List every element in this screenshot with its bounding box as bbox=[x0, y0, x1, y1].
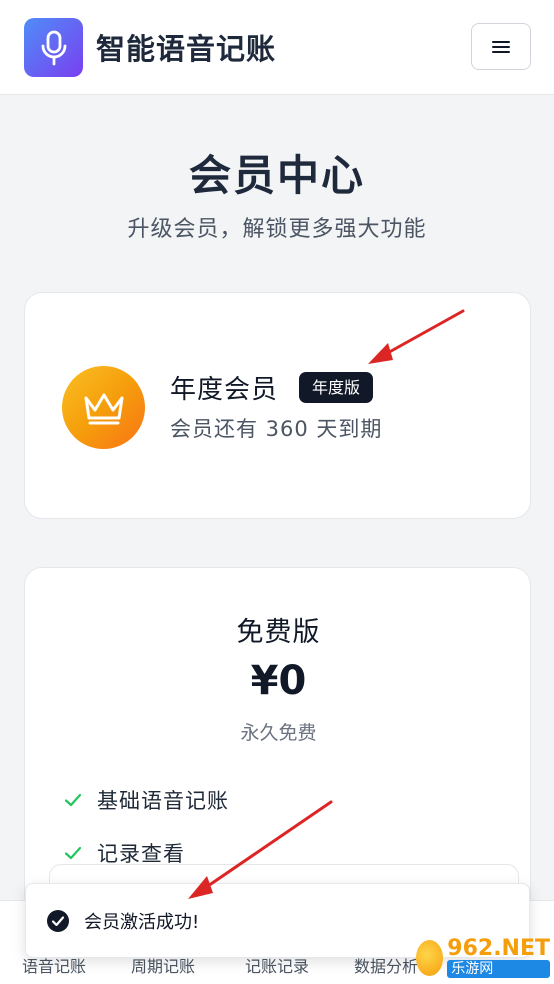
plan-name: 免费版 bbox=[236, 617, 321, 648]
check-icon bbox=[64, 793, 82, 807]
watermark-sub: 乐游网 bbox=[447, 960, 550, 978]
menu-button[interactable] bbox=[471, 23, 531, 70]
hamburger-menu-icon bbox=[492, 40, 510, 53]
crown-icon bbox=[84, 393, 123, 424]
membership-name: 年度会员 bbox=[170, 375, 279, 405]
app-logo bbox=[24, 18, 83, 77]
watermark-logo-icon bbox=[416, 940, 444, 976]
page-title: 会员中心 bbox=[188, 151, 365, 200]
plan-period: 永久免费 bbox=[240, 722, 317, 744]
check-icon bbox=[64, 846, 82, 860]
plan-price: ¥0 bbox=[250, 658, 307, 704]
app-header: 智能语音记账 bbox=[0, 0, 554, 95]
site-watermark: 962.NET 乐游网 bbox=[416, 935, 550, 981]
app-title: 智能语音记账 bbox=[96, 32, 277, 66]
check-circle-icon bbox=[47, 909, 69, 932]
membership-expiry: 会员还有 360 天到期 bbox=[170, 417, 383, 441]
watermark-text-group: 962.NET 乐游网 bbox=[447, 938, 550, 978]
membership-status-card: 年度会员 年度版 会员还有 360 天到期 bbox=[24, 292, 531, 519]
membership-badge: 年度版 bbox=[299, 372, 374, 403]
plan-feature: 基础语音记账 bbox=[63, 785, 229, 815]
toast-message: 会员激活成功! bbox=[84, 911, 200, 933]
watermark-brand: 962.NET bbox=[447, 936, 550, 961]
microphone-icon bbox=[41, 30, 66, 65]
plan-feature-label: 基础语音记账 bbox=[97, 789, 229, 813]
page-subtitle: 升级会员，解锁更多强大功能 bbox=[127, 217, 427, 242]
membership-avatar bbox=[62, 366, 145, 449]
